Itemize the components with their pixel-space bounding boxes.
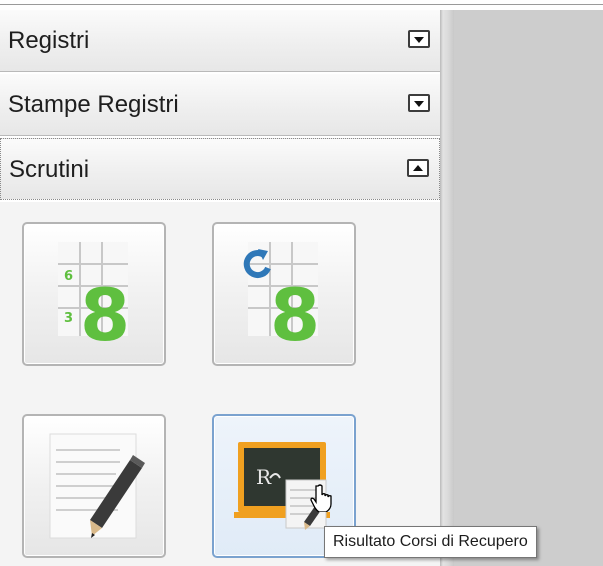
tile-grade-grid[interactable]: 6 3 8 <box>22 222 166 366</box>
grade-grid-8-icon: 6 3 8 <box>58 242 130 357</box>
tile-notes[interactable] <box>22 414 166 558</box>
chevron-up-icon[interactable] <box>407 159 429 177</box>
tooltip: Risultato Corsi di Recupero <box>324 526 537 558</box>
grade-refresh-8-icon: 8 <box>243 242 320 357</box>
grade-small-digit-6: 6 <box>64 269 73 284</box>
scrutini-panel: 6 3 8 8 R <box>0 202 440 566</box>
grade-big-digit: 8 <box>80 273 130 357</box>
accordion-header-stampe-registri[interactable]: Stampe Registri <box>0 74 440 136</box>
grade-small-digit-3: 3 <box>64 311 73 326</box>
top-border <box>0 0 603 5</box>
accordion-label-stampe-registri: Stampe Registri <box>8 91 179 118</box>
main-content-area <box>454 10 603 566</box>
accordion-header-registri[interactable]: Registri <box>0 10 440 72</box>
grade-big-digit: 8 <box>270 273 320 357</box>
chevron-down-icon[interactable] <box>408 94 430 112</box>
notes-pencil-icon <box>49 433 145 539</box>
splitter-handle[interactable] <box>440 10 454 566</box>
accordion-header-scrutini[interactable]: Scrutini <box>0 138 440 200</box>
tile-grade-refresh[interactable]: 8 <box>212 222 356 366</box>
accordion-label-scrutini: Scrutini <box>9 156 90 183</box>
accordion-label-registri: Registri <box>8 27 90 54</box>
sidebar: Registri Stampe Registri Scrutini 6 3 8 … <box>0 10 440 566</box>
chevron-down-icon[interactable] <box>408 30 430 48</box>
hand-cursor-icon <box>310 484 332 512</box>
